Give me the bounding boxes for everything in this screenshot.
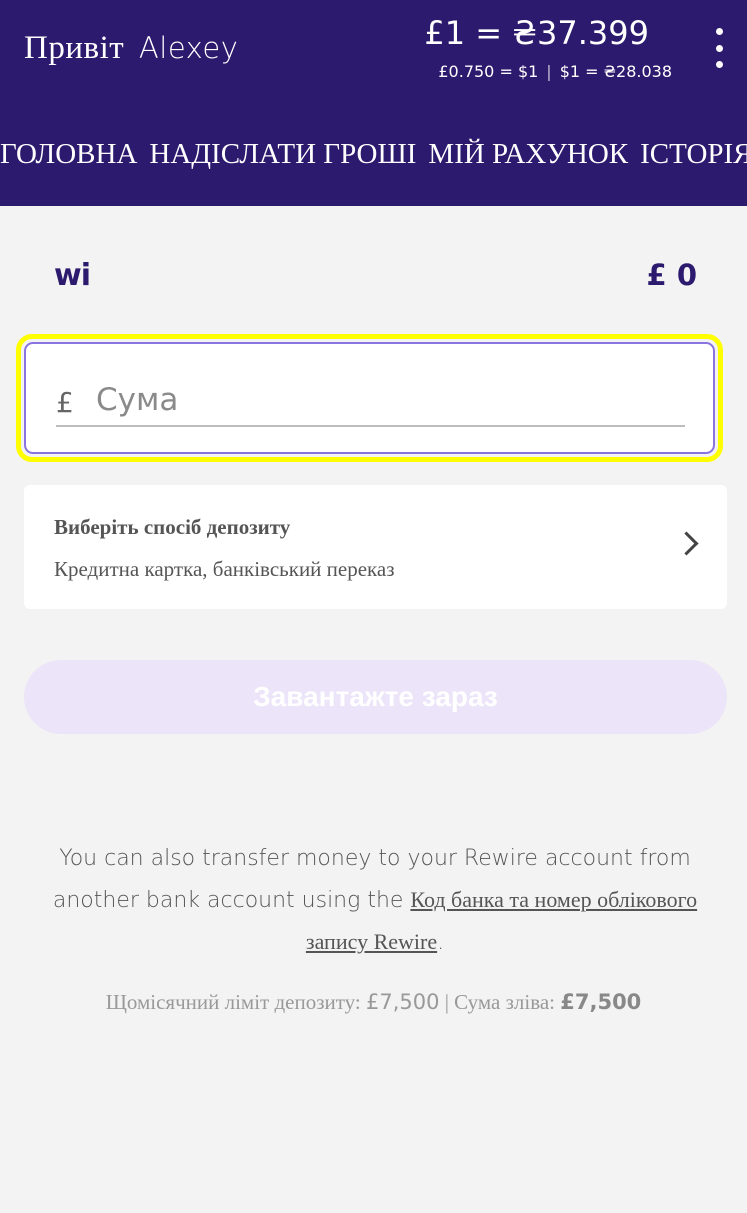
rate-gbp-usd: £0.750 = $1 [438, 62, 539, 81]
wallet-logo: wi [54, 258, 91, 293]
limits-separator: | [444, 990, 449, 1014]
kebab-menu-icon[interactable] [713, 28, 725, 68]
greeting: Привіт Alexey [24, 30, 238, 67]
wallet-row: wi £ 0 [0, 206, 747, 334]
amount-input[interactable] [94, 377, 658, 423]
remaining-value: £7,500 [560, 990, 642, 1014]
monthly-limit-value: £7,500 [365, 990, 440, 1014]
menu-dot [715, 61, 723, 68]
nav-item-my-account[interactable]: МІЙ РАХУНОК [428, 138, 628, 171]
wallet-logo-text: wi [54, 258, 91, 293]
deposit-method-subtitle: Кредитна картка, банківський переказ [54, 557, 395, 581]
wallet-balance: £ 0 [646, 258, 697, 292]
rate-usd-uah: $1 = ₴28.038 [559, 62, 672, 81]
chevron-right-icon [674, 531, 699, 556]
amount-field[interactable]: £ [24, 342, 715, 454]
nav-item-home[interactable]: ГОЛОВНА [0, 138, 137, 171]
rate-separator: | [546, 62, 552, 81]
top-header: Привіт Alexey £1 = ₴37.399 £0.750 = $1 | $… [0, 0, 747, 206]
info-text-after: . [437, 930, 445, 955]
user-name: Alexey [138, 31, 239, 65]
input-underline [56, 425, 685, 427]
greeting-text: Привіт [24, 30, 125, 66]
deposit-method-title: Виберіть спосіб депозиту [54, 515, 291, 539]
currency-symbol: £ [56, 386, 74, 419]
nav-item-send-money[interactable]: НАДІСЛАТИ ГРОШІ [149, 138, 416, 171]
bank-transfer-info: You can also transfer money to your Rewi… [30, 838, 720, 963]
nav-item-history[interactable]: ІСТОРІЯ [640, 138, 747, 171]
menu-dot [715, 44, 723, 52]
deposit-limits: Щомісячний ліміт депозиту: £7,500 | Сума… [0, 990, 747, 1015]
deposit-method-selector[interactable]: Виберіть спосіб депозиту Кредитна картка… [24, 485, 727, 609]
main-nav: ГОЛОВНА НАДІСЛАТИ ГРОШІ МІЙ РАХУНОК ІСТОРІЯ [0, 138, 747, 171]
remaining-label: Сума зліва: [454, 990, 555, 1014]
monthly-limit-label: Щомісячний ліміт депозиту: [105, 990, 361, 1014]
exchange-rate-main: £1 = ₴37.399 [424, 14, 649, 52]
amount-highlight: £ [16, 334, 723, 462]
menu-dot [715, 28, 723, 35]
exchange-rate-secondary: £0.750 = $1 | $1 = ₴28.038 [438, 62, 672, 81]
load-now-button[interactable]: Завантажте зараз [24, 660, 727, 734]
